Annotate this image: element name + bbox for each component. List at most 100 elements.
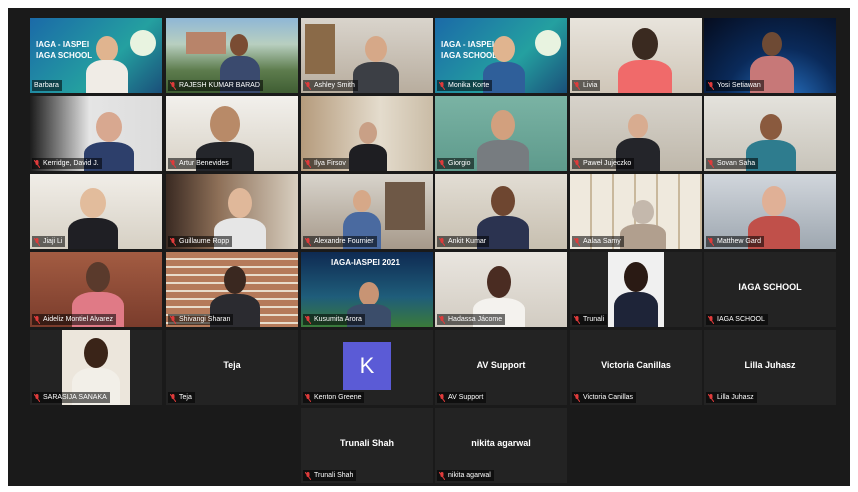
name-label: Kerridge, David J.: [32, 158, 102, 169]
participant-name: Giorgio: [448, 160, 471, 167]
participant-tile-kusumita[interactable]: IAGA-IASPEI 2021 Kusumita Arora: [301, 252, 433, 327]
muted-mic-icon: [170, 315, 176, 324]
banner-line-1: IAGA - IASPEI: [36, 40, 90, 49]
participant-tile-pawel[interactable]: Paweł Jujeczko: [570, 96, 702, 171]
participant-tile-aideliz[interactable]: Aideliz Montiel Alvarez: [30, 252, 162, 327]
name-label: Ankit Kumar: [437, 236, 490, 247]
participant-name: Lilla Juhasz: [717, 394, 754, 401]
name-label: Kenton Greene: [303, 392, 365, 403]
participant-tile-matthew[interactable]: Matthew Gard: [704, 174, 836, 249]
participant-tile-ankit[interactable]: Ankit Kumar: [435, 174, 567, 249]
person-head: [228, 188, 252, 218]
participant-name: Sovan Saha: [717, 160, 756, 167]
name-label: RAJESH KUMAR BARAD: [168, 80, 263, 91]
muted-mic-icon: [170, 159, 176, 168]
poster-title: IAGA-IASPEI 2021: [331, 258, 400, 267]
name-label: Paweł Jujeczko: [572, 158, 635, 169]
participant-name: Yosi Setiawan: [717, 82, 761, 89]
participant-tile-iaga-school[interactable]: IAGA SCHOOL IAGA SCHOOL: [704, 252, 836, 327]
person-body: [477, 140, 529, 171]
muted-mic-icon: [305, 81, 311, 90]
muted-mic-icon: [574, 393, 580, 402]
participant-tile-kenton[interactable]: K Kenton Greene: [301, 330, 433, 405]
participant-name: Paweł Jujeczko: [583, 160, 632, 167]
participant-tile-sovan[interactable]: Sovan Saha: [704, 96, 836, 171]
participant-tile-guillaume[interactable]: Guillaume Ropp: [166, 174, 298, 249]
participant-tile-ilya[interactable]: Ilya Firsov: [301, 96, 433, 171]
participant-name: Monika Korte: [448, 82, 490, 89]
participant-tile-livia[interactable]: Livia: [570, 18, 702, 93]
participant-tile-ashley[interactable]: Ashley Smith: [301, 18, 433, 93]
participant-tile-lilla[interactable]: Lilla Juhasz Lilla Juhasz: [704, 330, 836, 405]
participant-tile-jiaji[interactable]: Jiaji Li: [30, 174, 162, 249]
person-body: [614, 292, 658, 327]
person-head: [491, 110, 515, 140]
muted-mic-icon: [170, 237, 176, 246]
participant-name: Ankit Kumar: [448, 238, 487, 245]
person-head: [230, 34, 248, 56]
person-head: [632, 28, 658, 60]
participant-tile-trunali-shah[interactable]: Trunali Shah Trunali Shah: [301, 408, 433, 483]
muted-mic-icon: [574, 159, 580, 168]
muted-mic-icon: [708, 393, 714, 402]
muted-mic-icon: [305, 159, 311, 168]
participant-tile-sarasija[interactable]: SARASIJA SANAKA: [30, 330, 162, 405]
participant-display-name: Teja: [223, 360, 241, 370]
name-label: Aideliz Montiel Alvarez: [32, 314, 117, 325]
person-head: [632, 200, 654, 224]
participant-tile-giorgio[interactable]: Giorgio: [435, 96, 567, 171]
name-label: Matthew Gard: [706, 236, 764, 247]
muted-mic-icon: [708, 81, 714, 90]
participant-display-name: Victoria Canillas: [601, 360, 671, 370]
name-label: Kusumita Arora: [303, 314, 365, 325]
name-label: Giorgio: [437, 158, 474, 169]
person-head: [487, 266, 511, 298]
person-head: [493, 36, 515, 62]
muted-mic-icon: [574, 315, 580, 324]
background-shelf: [385, 182, 425, 230]
participant-tile-trunali[interactable]: Trunali: [570, 252, 702, 327]
name-label: Aalaa Samy: [572, 236, 624, 247]
person-head: [365, 36, 387, 62]
participant-name: Teja: [179, 394, 192, 401]
person-head: [353, 190, 371, 212]
participant-name: Livia: [583, 82, 598, 89]
person-body: [349, 144, 387, 171]
person-body: [618, 60, 672, 93]
participant-tile-rajesh[interactable]: RAJESH KUMAR BARAD: [166, 18, 298, 93]
participant-tile-shivangi[interactable]: Shivangi Sharan: [166, 252, 298, 327]
name-label: Livia: [572, 80, 601, 91]
name-label: AV Support: [437, 392, 487, 403]
participant-tile-alexandre[interactable]: Alexandre Fournier: [301, 174, 433, 249]
participant-tile-nikita[interactable]: nikita agarwal nikita agarwal: [435, 408, 567, 483]
participant-tile-aalaa[interactable]: Aalaa Samy: [570, 174, 702, 249]
muted-mic-icon: [708, 237, 714, 246]
muted-mic-icon: [574, 237, 580, 246]
participant-name: SARASIJA SANAKA: [43, 394, 107, 401]
muted-mic-icon: [439, 393, 445, 402]
participant-tile-artur[interactable]: Artur Benevides: [166, 96, 298, 171]
muted-mic-icon: [305, 237, 311, 246]
muted-mic-icon: [170, 393, 176, 402]
name-label: Lilla Juhasz: [706, 392, 757, 403]
muted-mic-icon: [439, 81, 445, 90]
name-label: Artur Benevides: [168, 158, 232, 169]
name-label: Ilya Firsov: [303, 158, 349, 169]
person-head: [624, 262, 648, 292]
muted-mic-icon: [305, 315, 311, 324]
participant-name: AV Support: [448, 394, 484, 401]
person-head: [359, 282, 379, 306]
participant-tile-victoria[interactable]: Victoria Canillas Victoria Canillas: [570, 330, 702, 405]
muted-mic-icon: [574, 81, 580, 90]
participant-tile-barbara[interactable]: IAGA - IASPEI IAGA SCHOOL Barbara: [30, 18, 162, 93]
participant-tile-yosi[interactable]: Yosi Setiawan: [704, 18, 836, 93]
name-label: Guillaume Ropp: [168, 236, 233, 247]
participant-tile-teja[interactable]: Teja Teja: [166, 330, 298, 405]
participant-tile-av-support[interactable]: AV Support AV Support: [435, 330, 567, 405]
participant-tile-kerridge[interactable]: Kerridge, David J.: [30, 96, 162, 171]
muted-mic-icon: [708, 315, 714, 324]
name-label: Shivangi Sharan: [168, 314, 234, 325]
participant-tile-hadassa[interactable]: Hadassa Jácome: [435, 252, 567, 327]
participant-tile-monika[interactable]: IAGA - IASPEI IAGA SCHOOL Monika Korte: [435, 18, 567, 93]
muted-mic-icon: [34, 159, 40, 168]
